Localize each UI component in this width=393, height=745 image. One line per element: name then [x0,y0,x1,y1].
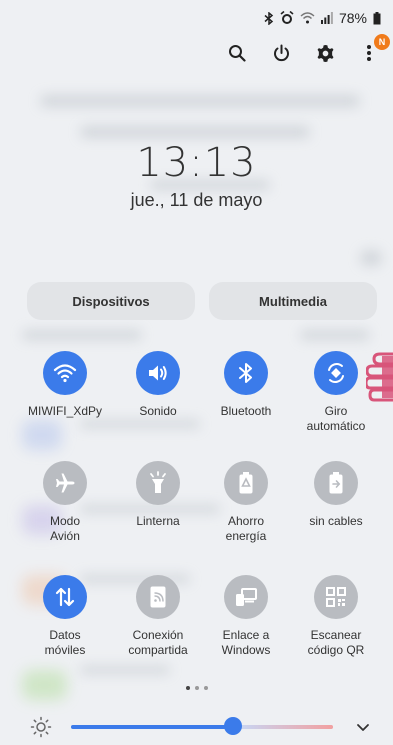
battery-percentage: 78% [338,10,367,26]
tile-qr-scan[interactable]: Escanear código QR [291,575,381,658]
search-icon [229,45,246,62]
power-button[interactable] [269,41,293,65]
wifi-signal-icon [300,12,315,24]
tile-icon-bg [224,575,268,619]
notification-badge: N [374,34,390,50]
tile-label: sin cables [309,514,363,528]
tile-icon-bg [136,461,180,505]
tile-icon-bg [136,575,180,619]
tile-icon-bg [43,575,87,619]
power-icon [273,44,289,61]
tile-bluetooth[interactable]: Bluetooth [201,351,291,419]
tile-label: Bluetooth [220,404,272,418]
gear-icon [317,44,333,62]
brightness-slider-thumb[interactable] [224,717,242,735]
touch-pointer-hand [366,352,393,402]
tile-label: Ahorro energía [225,514,267,543]
brightness-extra-range [239,725,333,729]
quick-panel-actions: N [225,34,390,66]
media-button[interactable]: Multimedia [209,282,377,320]
tile-label: Giro automático [306,404,366,433]
link-to-windows-icon [236,588,257,606]
tile-label: Escanear código QR [307,628,365,657]
page-dot[interactable] [203,686,208,690]
tile-hotspot[interactable]: Conexión compartida [113,575,203,658]
tile-power-saving[interactable]: Ahorro energía [201,461,291,544]
tile-icon-bg [43,351,87,395]
cell-signal-icon [320,12,333,24]
sound-icon [149,365,167,381]
more-options-icon [367,45,371,61]
brightness-control [0,715,393,739]
tile-icon-bg [224,351,268,395]
airplane-icon [56,473,75,493]
clock-time: 13:13 [136,140,257,186]
brightness-fill [71,725,233,729]
status-bar: 78% [264,8,381,28]
tile-icon-bg [314,461,358,505]
wireless-share-icon [329,472,343,494]
tile-label: MIWIFI_XdPy [27,404,102,418]
page-dot[interactable] [194,686,199,690]
tile-flashlight[interactable]: Linterna [113,461,203,529]
auto-rotate-icon [328,363,344,383]
tile-icon-bg [43,461,87,505]
wifi-icon [53,364,77,383]
page-dot[interactable] [185,686,190,690]
tile-icon-bg [136,351,180,395]
hotspot-icon [150,586,166,608]
tile-icon-bg [314,575,358,619]
tile-sound[interactable]: Sonido [113,351,203,419]
tile-link-to-windows[interactable]: Enlace a Windows [201,575,291,658]
qr-scan-icon [326,587,346,607]
flashlight-icon [150,471,166,493]
tile-mobile-data[interactable]: Datos móviles [20,575,110,658]
search-button[interactable] [225,41,249,65]
more-options-button[interactable]: N [357,34,390,65]
tile-label: Enlace a Windows [221,628,271,657]
brightness-slider[interactable] [71,725,333,729]
power-saving-icon [239,472,253,494]
tile-airplane-mode[interactable]: Modo Avión [20,461,110,544]
tile-label: Datos móviles [44,628,86,657]
tile-label: Linterna [136,514,180,528]
tile-icon-bg [314,351,358,395]
devices-button[interactable]: Dispositivos [27,282,195,320]
brightness-icon [30,716,52,738]
bluetooth-icon [264,11,274,25]
tile-label: Sonido [139,404,177,418]
battery-icon [373,11,381,25]
mobile-data-icon [55,587,75,607]
tile-label: Modo Avión [49,514,81,543]
settings-button[interactable] [313,41,337,65]
chevron-down-icon[interactable] [354,718,372,736]
alarm-icon [280,11,294,25]
page-indicator [0,686,393,690]
tile-wireless-share[interactable]: sin cables [291,461,381,529]
tile-label: Conexión compartida [128,628,188,657]
tile-icon-bg [224,461,268,505]
clock-date: jue., 11 de mayo [130,190,263,210]
tile-wifi[interactable]: MIWIFI_XdPy [20,351,110,419]
bluetooth-icon [239,363,252,383]
